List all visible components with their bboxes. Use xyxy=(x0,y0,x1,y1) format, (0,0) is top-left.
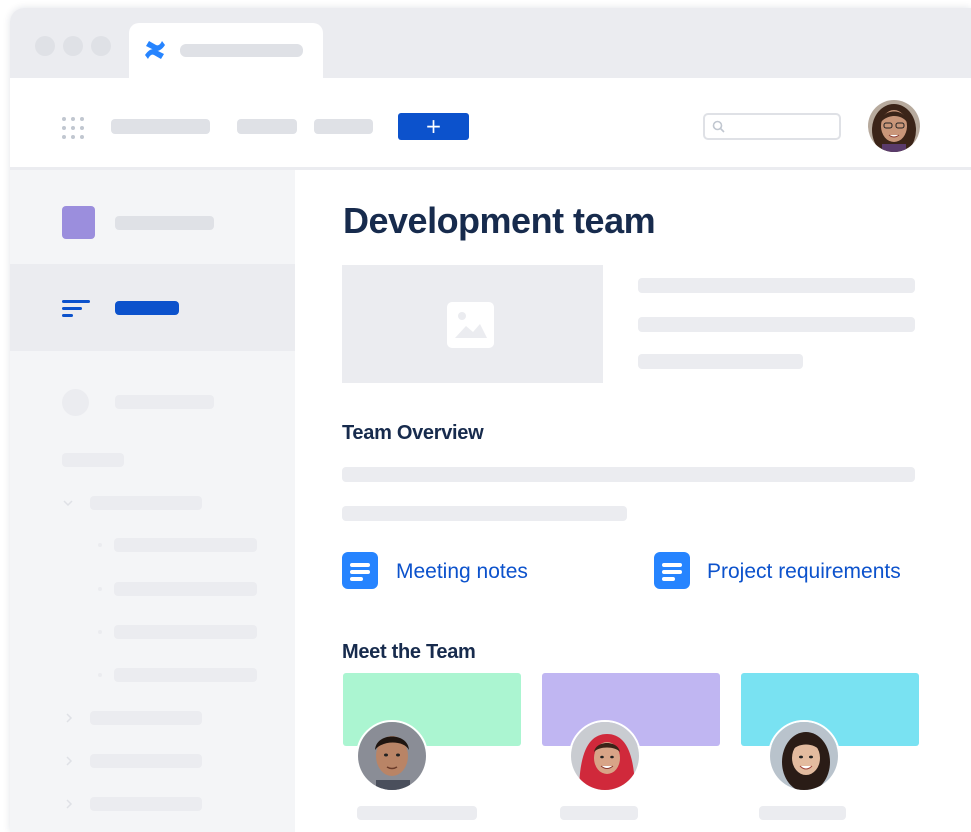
chevron-down-icon[interactable] xyxy=(62,498,74,508)
sidebar-item-placeholder[interactable] xyxy=(115,395,214,409)
tree-child-placeholder[interactable] xyxy=(114,625,257,639)
image-icon xyxy=(447,302,494,348)
header-image-placeholder[interactable] xyxy=(342,265,603,383)
bullet-icon xyxy=(98,630,102,634)
member-name-placeholder xyxy=(560,806,638,820)
team-member-avatar[interactable] xyxy=(356,720,428,792)
overview-lines-icon xyxy=(62,300,90,317)
search-icon xyxy=(712,120,725,133)
nav-item-placeholder[interactable] xyxy=(314,119,373,134)
text-line-placeholder xyxy=(638,317,915,332)
meet-the-team-heading: Meet the Team xyxy=(342,641,476,663)
tree-item-placeholder[interactable] xyxy=(90,711,202,725)
app-header: + xyxy=(10,78,971,170)
window-maximize-dot[interactable] xyxy=(91,36,111,56)
team-member-avatar[interactable] xyxy=(768,720,840,792)
confluence-logo-icon xyxy=(145,41,165,59)
bullet-icon xyxy=(98,673,102,677)
chevron-right-icon[interactable] xyxy=(64,712,74,724)
space-icon[interactable] xyxy=(62,206,95,239)
document-icon xyxy=(654,552,690,589)
meeting-notes-link[interactable]: Meeting notes xyxy=(396,560,528,584)
sidebar-active-label-placeholder xyxy=(115,301,179,315)
space-name-placeholder[interactable] xyxy=(115,216,214,230)
app-switcher-icon[interactable] xyxy=(62,117,88,143)
search-input[interactable] xyxy=(703,113,841,140)
team-member-avatar[interactable] xyxy=(569,720,641,792)
member-name-placeholder xyxy=(357,806,477,820)
browser-tab[interactable] xyxy=(129,23,323,81)
tree-item-placeholder[interactable] xyxy=(90,496,202,510)
nav-item-placeholder[interactable] xyxy=(111,119,210,134)
tree-child-placeholder[interactable] xyxy=(114,582,257,596)
bullet-icon xyxy=(98,543,102,547)
browser-tab-bar xyxy=(10,8,971,81)
bullet-icon xyxy=(98,587,102,591)
page-title: Development team xyxy=(343,200,656,241)
tree-item-placeholder[interactable] xyxy=(90,797,202,811)
sidebar-section-placeholder xyxy=(62,453,124,467)
text-line-placeholder xyxy=(638,278,915,293)
text-line-placeholder xyxy=(638,354,803,369)
text-line-placeholder xyxy=(342,506,627,521)
document-icon xyxy=(342,552,378,589)
tree-item-placeholder[interactable] xyxy=(90,754,202,768)
sidebar-item-icon-placeholder xyxy=(62,389,89,416)
page-content: Development team Team Overview Meeting n… xyxy=(295,170,971,832)
project-requirements-link[interactable]: Project requirements xyxy=(707,560,901,584)
sidebar xyxy=(10,170,295,832)
tree-child-placeholder[interactable] xyxy=(114,538,257,552)
team-overview-heading: Team Overview xyxy=(342,422,484,444)
sidebar-item-overview[interactable] xyxy=(10,264,295,351)
chevron-right-icon[interactable] xyxy=(64,798,74,810)
tree-child-placeholder[interactable] xyxy=(114,668,257,682)
browser-window: + Development team Team Overview Meeting… xyxy=(10,8,971,832)
user-avatar[interactable] xyxy=(868,100,920,152)
window-close-dot[interactable] xyxy=(35,36,55,56)
chevron-right-icon[interactable] xyxy=(64,755,74,767)
create-button[interactable]: + xyxy=(398,113,469,140)
tab-title-placeholder xyxy=(180,44,303,57)
member-name-placeholder xyxy=(759,806,846,820)
window-minimize-dot[interactable] xyxy=(63,36,83,56)
text-line-placeholder xyxy=(342,467,915,482)
nav-item-placeholder[interactable] xyxy=(237,119,297,134)
